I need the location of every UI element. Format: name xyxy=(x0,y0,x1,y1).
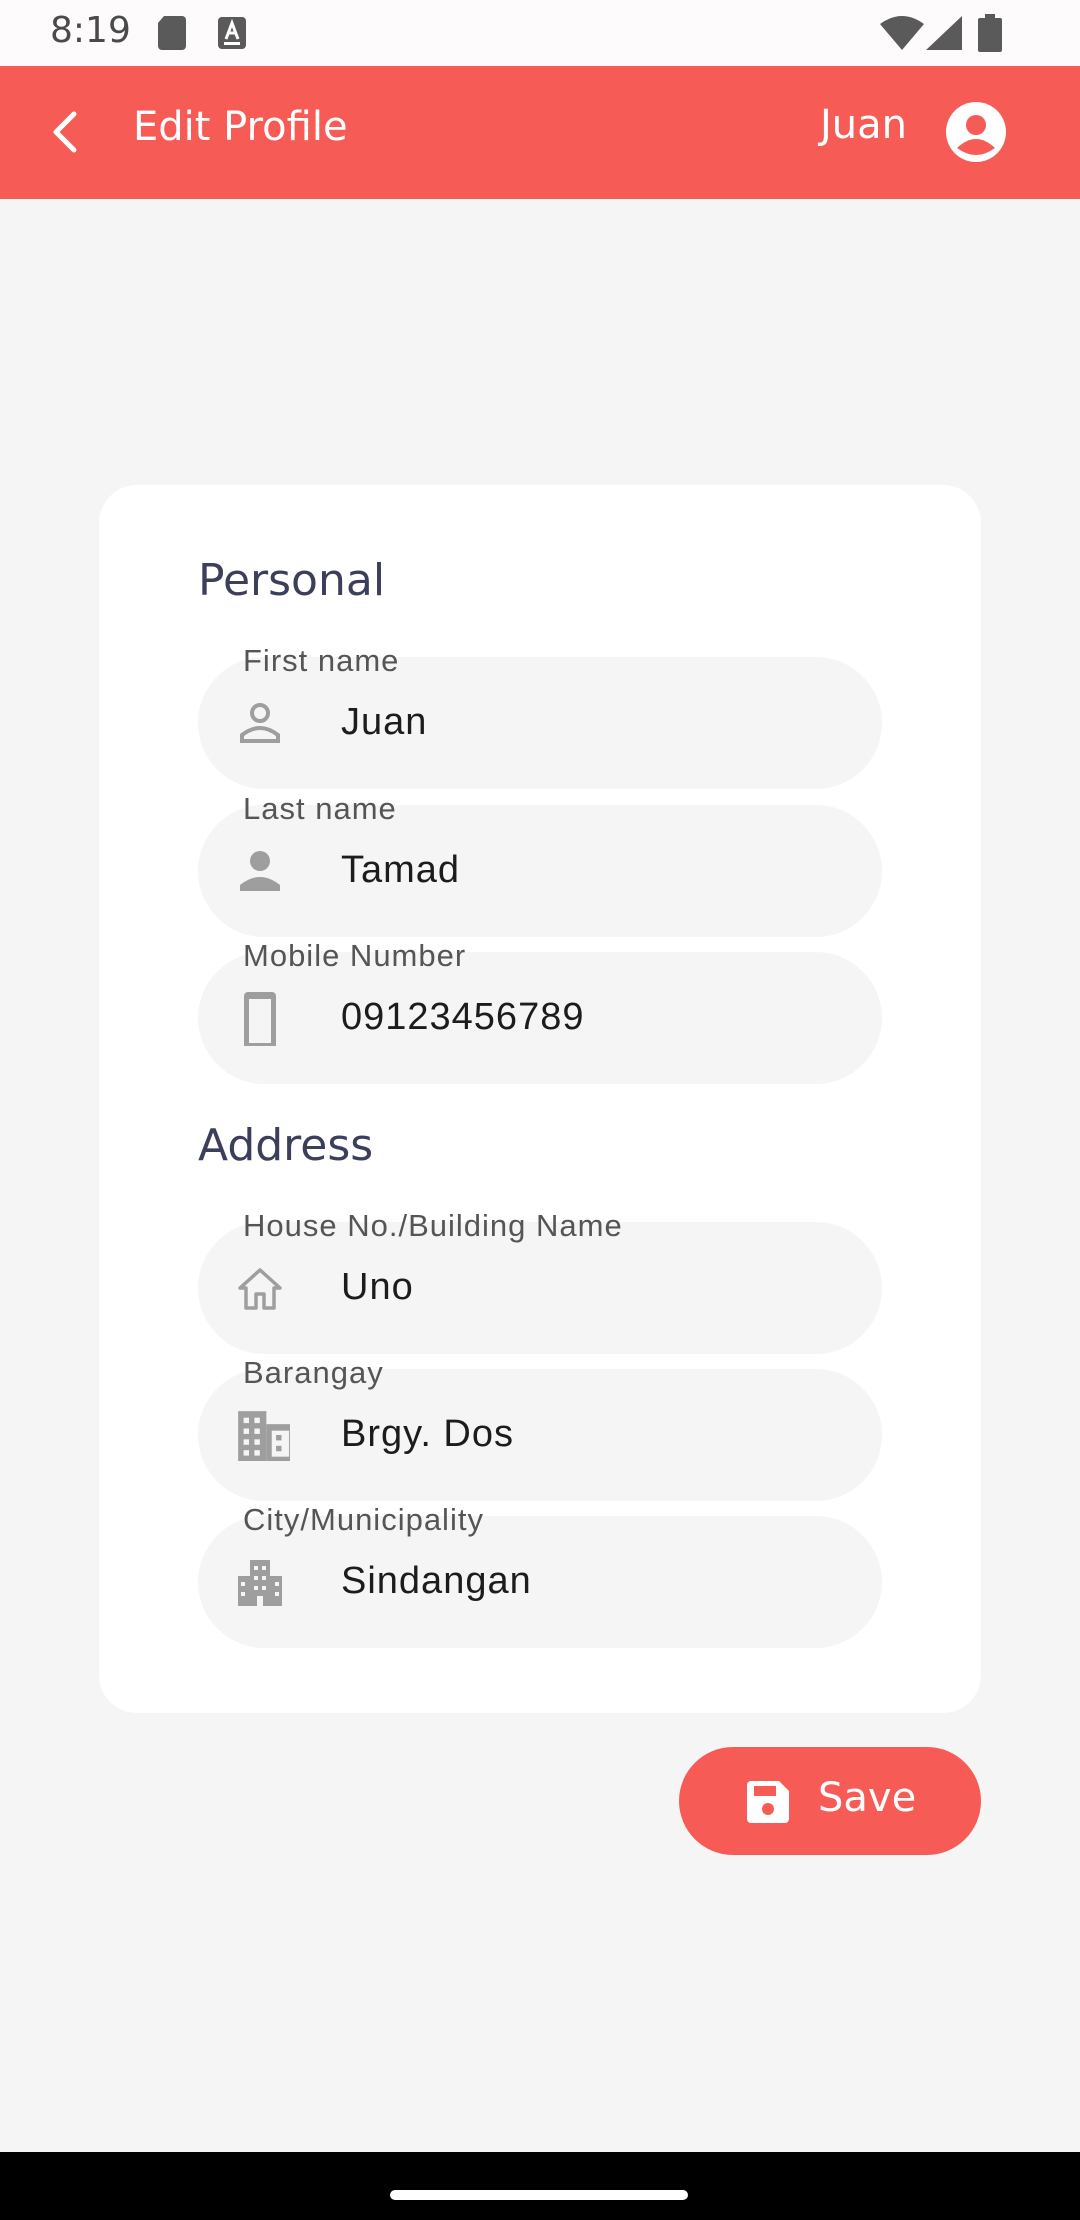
city-icon xyxy=(238,1560,282,1606)
save-button-label: Save xyxy=(818,1775,917,1821)
first-name-field[interactable]: First name Juan xyxy=(198,643,882,789)
last-name-value[interactable]: Tamad xyxy=(341,849,460,892)
building-icon xyxy=(238,1411,290,1461)
house-value[interactable]: Uno xyxy=(341,1266,414,1309)
mobile-number-label: Mobile Number xyxy=(243,938,467,973)
last-name-field[interactable]: Last name Tamad xyxy=(198,791,882,937)
first-name-label: First name xyxy=(243,643,400,678)
wifi-icon xyxy=(880,16,924,50)
house-icon xyxy=(238,1268,282,1310)
mobile-number-field[interactable]: Mobile Number 09123456789 xyxy=(198,938,882,1084)
house-label: House No./Building Name xyxy=(243,1208,623,1243)
save-button[interactable]: Save xyxy=(679,1747,981,1855)
house-field[interactable]: House No./Building Name Uno xyxy=(198,1208,882,1354)
person-outline-icon xyxy=(240,703,280,743)
navigation-bar xyxy=(0,2152,1080,2220)
signal-icon xyxy=(926,16,962,50)
city-value[interactable]: Sindangan xyxy=(341,1560,532,1603)
section-title-address: Address xyxy=(198,1120,374,1171)
mobile-number-value[interactable]: 09123456789 xyxy=(341,996,584,1039)
sd-card-icon xyxy=(158,16,186,50)
home-indicator[interactable] xyxy=(390,2190,688,2200)
page-title: Edit Profile xyxy=(133,104,348,150)
save-icon xyxy=(747,1781,789,1823)
a-icon xyxy=(218,17,246,49)
app-bar: Edit Profile Juan xyxy=(0,66,1080,199)
city-field[interactable]: City/Municipality Sindangan xyxy=(198,1502,882,1648)
battery-icon xyxy=(978,14,1002,52)
first-name-value[interactable]: Juan xyxy=(341,701,427,744)
account-circle-icon[interactable] xyxy=(944,100,1008,164)
person-icon xyxy=(240,851,280,891)
barangay-label: Barangay xyxy=(243,1355,384,1390)
barangay-value[interactable]: Brgy. Dos xyxy=(341,1413,514,1456)
phone-icon xyxy=(244,992,276,1046)
barangay-field[interactable]: Barangay Brgy. Dos xyxy=(198,1355,882,1501)
profile-form-card: Personal First name Juan Last name Tamad… xyxy=(99,485,981,1713)
section-title-personal: Personal xyxy=(198,555,386,606)
status-bar: 8:19 xyxy=(0,0,1080,66)
last-name-label: Last name xyxy=(243,791,397,826)
user-name[interactable]: Juan xyxy=(820,102,907,148)
status-time: 8:19 xyxy=(50,10,131,51)
city-label: City/Municipality xyxy=(243,1502,484,1537)
back-arrow-icon[interactable] xyxy=(40,106,92,158)
